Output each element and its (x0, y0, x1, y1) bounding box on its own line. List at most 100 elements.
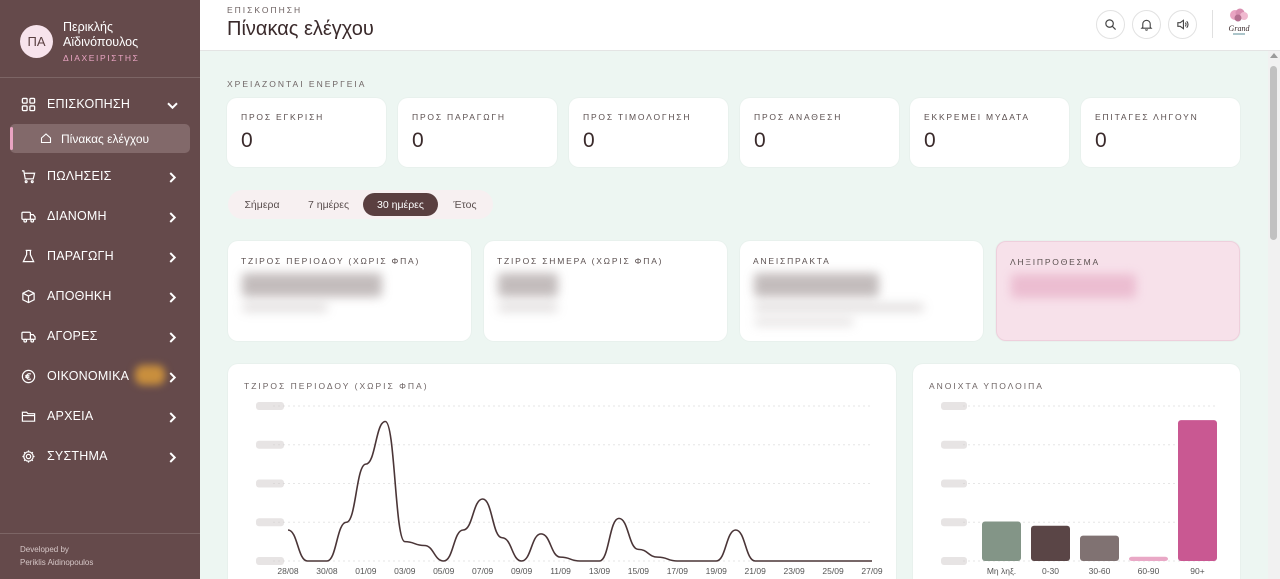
stat-card-approval[interactable]: ΠΡΟΣ ΕΓΚΡΙΣΗ 0 (227, 98, 386, 167)
developer-credit-line2: Periklis Aidinopoulos (20, 558, 94, 567)
chevron-right-icon (169, 372, 177, 383)
x-tick-label: 21/09 (745, 566, 767, 576)
sidebar-item-distribution[interactable]: ΔΙΑΝΟΜΗ (0, 196, 200, 236)
x-tick-label: 0-30 (1042, 566, 1059, 576)
x-tick-label: 09/09 (511, 566, 533, 576)
x-tick-label: 15/09 (628, 566, 650, 576)
tab-7-days[interactable]: 7 ημέρες (296, 193, 361, 216)
x-tick-label: Μη ληξ. (987, 566, 1016, 576)
stat-value: 0 (754, 129, 766, 152)
gear-icon (22, 449, 35, 463)
sidebar-item-sales[interactable]: ΠΩΛΗΣΕΙΣ (0, 156, 200, 196)
breadcrumb: ΕΠΙΣΚΟΠΗΣΗ (227, 5, 303, 15)
obscured-value (498, 273, 558, 297)
obscured-subtext (754, 318, 854, 326)
sidebar-item-label: ΑΓΟΡΕΣ (47, 329, 98, 343)
stat-card-production[interactable]: ΠΡΟΣ ΠΑΡΑΓΩΓΗ 0 (398, 98, 557, 167)
tab-year[interactable]: Έτος (440, 193, 490, 216)
chevron-right-icon (169, 332, 177, 343)
sidebar-item-system[interactable]: ΣΥΣΤΗΜΑ (0, 436, 200, 476)
obscured-y-tick (256, 440, 284, 449)
kpi-card-today-revenue: ΤΖΙΡΟΣ ΣΗΜΕΡΑ (ΧΩΡΙΣ ΦΠΑ) (484, 241, 727, 341)
sidebar-item-financials[interactable]: ΟΙΚΟΝΟΜΙΚΑ (0, 356, 200, 396)
search-button[interactable] (1096, 10, 1125, 39)
chevron-right-icon (169, 252, 177, 263)
header-divider (1212, 10, 1213, 38)
obscured-y-tick (256, 557, 284, 565)
kpi-label: ΤΖΙΡΟΣ ΠΕΡΙΟΔΟΥ (ΧΩΡΙΣ ΦΠΑ) (241, 256, 421, 266)
notifications-button[interactable] (1132, 10, 1161, 39)
scroll-up-arrow[interactable] (1270, 53, 1278, 58)
x-tick-label: 13/09 (589, 566, 611, 576)
user-role: ΔΙΑΧΕΙΡΙΣΤΗΣ (63, 53, 140, 63)
sidebar-item-label: ΑΠΟΘΗΚΗ (47, 289, 112, 303)
chevron-right-icon (169, 292, 177, 303)
obscured-y-tick (941, 557, 967, 565)
stat-card-invoicing[interactable]: ΠΡΟΣ ΤΙΜΟΛΟΓΗΣΗ 0 (569, 98, 728, 167)
chevron-down-icon (167, 102, 178, 110)
user-profile[interactable]: ΠΑ Περικλής Αϊδινόπουλος ΔΙΑΧΕΙΡΙΣΤΗΣ (20, 20, 163, 63)
stat-card-assignment[interactable]: ΠΡΟΣ ΑΝΑΘΕΣΗ 0 (740, 98, 899, 167)
stat-card-mydata[interactable]: ΕΚΚΡΕΜΕΙ ΜΥΔΑΤΑ 0 (910, 98, 1069, 167)
sidebar-item-files[interactable]: ΑΡΧΕΙΑ (0, 396, 200, 436)
kpi-card-period-revenue: ΤΖΙΡΟΣ ΠΕΡΙΟΔΟΥ (ΧΩΡΙΣ ΦΠΑ) (228, 241, 471, 341)
user-name: Περικλής Αϊδινόπουλος (63, 20, 139, 49)
sidebar: ΠΑ Περικλής Αϊδινόπουλος ΔΙΑΧΕΙΡΙΣΤΗΣ ΕΠ… (0, 0, 200, 579)
bar (1031, 525, 1070, 561)
kpi-label: ΤΖΙΡΟΣ ΣΗΜΕΡΑ (ΧΩΡΙΣ ΦΠΑ) (497, 256, 664, 266)
developer-credit: Developed by Periklis Aidinopoulos (20, 543, 93, 569)
x-tick-label: 25/09 (822, 566, 844, 576)
x-tick-label: 11/09 (550, 566, 571, 576)
scrollbar-thumb[interactable] (1270, 66, 1277, 240)
tab-today[interactable]: Σήμερα (232, 193, 292, 216)
bell-icon (1140, 19, 1153, 31)
x-tick-label: 30/08 (316, 566, 338, 576)
sound-button[interactable] (1168, 10, 1197, 39)
sidebar-subitem-dashboard[interactable]: Πίνακας ελέγχου (10, 124, 190, 153)
box-icon (22, 289, 35, 303)
sidebar-subitem-label: Πίνακας ελέγχου (61, 131, 150, 146)
active-indicator (10, 127, 13, 150)
tab-30-days[interactable]: 30 ημέρες (363, 193, 438, 216)
top-header: ΕΠΙΣΚΟΠΗΣΗ Πίνακας ελέγχου Grand (200, 0, 1280, 51)
sidebar-item-overview[interactable]: ΕΠΙΣΚΟΠΗΣΗ (0, 84, 200, 124)
sidebar-item-production[interactable]: ΠΑΡΑΓΩΓΗ (0, 236, 200, 276)
obscured-y-tick (256, 479, 284, 488)
stat-label: ΠΡΟΣ ΑΝΑΘΕΣΗ (754, 112, 843, 122)
obscured-y-tick (256, 518, 284, 527)
stat-label: ΕΠΙΤΑΓΕΣ ΛΗΓΟΥΝ (1095, 112, 1199, 122)
chart-card-revenue: ΤΖΙΡΟΣ ΠΕΡΙΟΔΟΥ (ΧΩΡΙΣ ΦΠΑ) 28/08 30/08 01… (228, 364, 896, 579)
open-balances-bar-chart: Μη ληξ. 0-30 30-60 60-90 90+ (941, 402, 1218, 576)
x-tick-label: 05/09 (433, 566, 455, 576)
flask-icon (22, 249, 35, 262)
brand-logo[interactable]: Grand (1225, 7, 1253, 41)
x-tick-label: 90+ (1190, 566, 1204, 576)
series-line (287, 420, 872, 562)
sidebar-item-label: ΟΙΚΟΝΟΜΙΚΑ (47, 369, 130, 383)
sidebar-item-label: ΠΑΡΑΓΩΓΗ (47, 249, 114, 263)
obscured-value (1011, 274, 1136, 298)
truck-icon (21, 331, 36, 343)
sidebar-item-warehouse[interactable]: ΑΠΟΘΗΚΗ (0, 276, 200, 316)
kpi-label: ΛΗΞΙΠΡΟΘΕΣΜΑ (1010, 257, 1101, 267)
folder-icon (21, 411, 36, 422)
truck-icon (21, 211, 36, 223)
obscured-y-tick (941, 440, 967, 449)
sidebar-footer-divider (0, 533, 200, 534)
stat-label: ΠΡΟΣ ΠΑΡΑΓΩΓΗ (412, 112, 506, 122)
sidebar-item-purchases[interactable]: ΑΓΟΡΕΣ (0, 316, 200, 356)
obscured-y-tick (941, 402, 967, 410)
obscured-subtext (498, 303, 558, 312)
stat-card-cheques[interactable]: ΕΠΙΤΑΓΕΣ ΛΗΓΟΥΝ 0 (1081, 98, 1240, 167)
stat-value: 0 (924, 129, 936, 152)
chevron-right-icon (169, 412, 177, 423)
stat-label: ΕΚΚΡΕΜΕΙ ΜΥΔΑΤΑ (924, 112, 1030, 122)
stat-value: 0 (412, 129, 424, 152)
x-tick-label: 17/09 (667, 566, 689, 576)
kpi-card-overdue: ΛΗΞΙΠΡΟΘΕΣΜΑ (996, 241, 1240, 341)
obscured-y-tick (941, 518, 967, 527)
search-icon (1105, 19, 1117, 31)
page-title: Πίνακας ελέγχου (227, 18, 374, 40)
chevron-right-icon (169, 212, 177, 223)
x-tick-label: 30-60 (1089, 566, 1111, 576)
